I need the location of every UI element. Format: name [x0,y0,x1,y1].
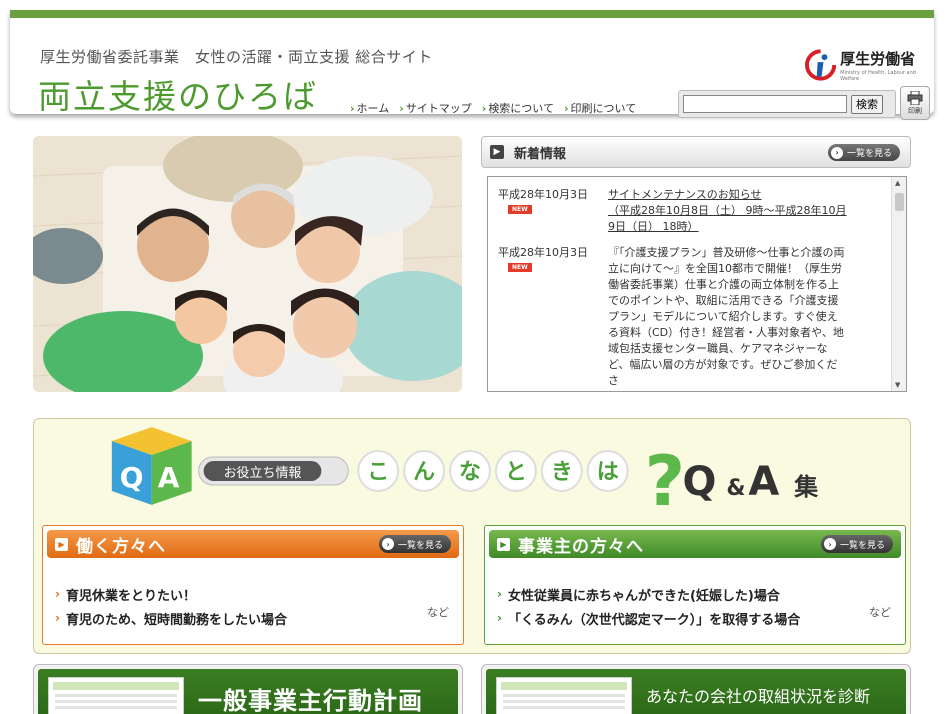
panel-title: 働く方々へ [76,536,166,557]
chevron-right-icon: › [55,587,60,601]
news-list[interactable]: 平成28年10月3日 NEW サイトメンテナンスのお知らせ （平成28年10月8… [487,176,907,392]
arrow-icon: › [350,101,355,115]
svg-text:は: は [597,460,619,485]
ministry-name: 厚生労働省 [840,50,916,68]
svg-text:こ: こ [367,460,389,485]
nav-print-help[interactable]: › 印刷について [564,100,636,116]
banner-title: 一般事業主行動計画 [198,687,423,714]
printer-icon [907,90,923,105]
svg-text:A: A [158,461,180,494]
svg-text:き: き [551,460,573,485]
panel-title: 事業主の方々へ [518,536,644,557]
qa-section: Q A お役立ち情報 こ ん な と き は ? Q & A 集 ▶ 働く方々へ [33,418,911,654]
print-button[interactable]: 印刷 [900,86,930,120]
svg-text:な: な [459,460,481,485]
new-badge: NEW [508,263,532,272]
header-nav: › ホーム › サイトマップ › 検索について › 印刷について [350,100,636,116]
news-text: 『「介護支援プラン」普及研修～仕事と介護の両立に向けて～』を全国10都市で開催！… [608,246,845,387]
action-plan-banner[interactable]: 一般事業主行動計画 [33,664,463,714]
arrow-circle-icon: › [830,146,843,159]
new-badge: NEW [508,205,532,214]
news-scrollbar[interactable]: ▲ ▼ [891,177,906,391]
news-date: 平成28年10月3日 [498,188,588,201]
news-link-detail[interactable]: （平成28年10月8日（土） 9時～平成28年10月9日（日） 18時） [608,204,846,233]
arrow-icon: › [481,101,487,115]
ministry-name-en: Ministry of Health, Labour and Welfare [840,70,916,82]
nav-home[interactable]: › ホーム [350,100,389,116]
employers-panel-header: ▶ 事業主の方々へ › 一覧を見る [489,530,901,558]
workers-panel-header: ▶ 働く方々へ › 一覧を見る [47,530,459,558]
svg-text:と: と [505,460,527,485]
panel-more-text: など [427,606,449,619]
news-section: ▶ 新着情報 › 一覧を見る 平成28年10月3日 NEW サイトメンテナンスの… [481,136,911,394]
arrow-icon: › [399,101,404,115]
news-link[interactable]: サイトメンテナンスのお知らせ [608,188,762,201]
site-subtitle: 厚生労働省委託事業 女性の活躍・両立支援 総合サイト [40,48,433,66]
family-photo-illustration [33,136,462,392]
search-button[interactable]: 検索 [851,94,883,114]
news-title: 新着情報 [514,146,567,162]
site-title[interactable]: 両立支援のひろば [38,70,318,118]
panel-link[interactable]: › 「くるみん（次世代認定マーク）」を取得する場合 [497,606,800,630]
svg-text:ん: ん [413,460,435,485]
svg-text:A: A [748,459,779,505]
ministry-logo[interactable]: 厚生労働省 Ministry of Health, Labour and Wel… [805,48,934,82]
banner-title: あなたの会社の取組状況を診断 [646,687,871,706]
workers-view-all-button[interactable]: › 一覧を見る [378,535,451,553]
svg-text:Q: Q [683,459,717,505]
workers-panel: ▶ 働く方々へ › 一覧を見る › 育児休業をとりたい！ › 育児のため、短時間勤務… [42,525,464,645]
qa-cube-icon: Q A [111,427,192,505]
news-view-all-button[interactable]: › 一覧を見る [827,144,900,161]
svg-text:&: & [726,476,745,501]
news-date: 平成28年10月3日 [498,246,588,259]
scroll-thumb[interactable] [895,193,904,211]
svg-text:お役立ち情報: お役立ち情報 [224,466,302,481]
employers-panel: ▶ 事業主の方々へ › 一覧を見る › 女性従業員に赤ちゃんができた(妊娠した)場… [484,525,906,645]
nav-search-help[interactable]: › 検索について [482,100,554,116]
hero-family-photo [33,136,462,392]
diagnosis-banner[interactable]: あなたの会社の取組状況を診断 [481,664,911,714]
panel-more-text: など [869,606,891,619]
nav-sitemap[interactable]: › サイトマップ [399,100,472,116]
news-header: ▶ 新着情報 › 一覧を見る [481,136,911,168]
svg-text:?: ? [645,441,686,519]
search-input[interactable] [683,95,847,113]
arrow-icon: ▶ [497,537,510,551]
arrow-circle-icon: › [381,538,394,550]
panel-link[interactable]: › 女性従業員に赤ちゃんができた(妊娠した)場合 [497,582,800,606]
site-header: 厚生労働省委託事業 女性の活躍・両立支援 総合サイト 両立支援のひろば › ホーム… [10,10,934,120]
arrow-circle-icon: › [823,538,836,550]
arrow-icon: ▶ [55,537,68,551]
employers-view-all-button[interactable]: › 一覧を見る [820,535,893,553]
scroll-up-icon[interactable]: ▲ [895,179,900,187]
banner-thumbnail [496,677,632,714]
qa-banner[interactable]: Q A お役立ち情報 こ ん な と き は ? Q & A 集 [34,419,910,519]
svg-text:Q: Q [120,461,144,494]
search-box: 検索 [678,90,896,118]
employers-links: › 女性従業員に赤ちゃんができた(妊娠した)場合 › 「くるみん（次世代認定マーク）… [497,582,800,630]
arrow-icon: ▶ [490,145,504,159]
ministry-mark-icon [805,49,837,81]
scroll-down-icon[interactable]: ▼ [895,381,900,389]
workers-links: › 育児休業をとりたい！ › 育児のため、短時間勤務をしたい場合 [55,582,287,630]
panel-link[interactable]: › 育児のため、短時間勤務をしたい場合 [55,606,287,630]
chevron-right-icon: › [55,611,60,625]
arrow-icon: › [563,101,569,115]
svg-text:集: 集 [793,473,818,501]
panel-link[interactable]: › 育児休業をとりたい！ [55,582,287,606]
banner-thumbnail [48,677,184,714]
chevron-right-icon: › [497,587,502,601]
chevron-right-icon: › [497,611,502,625]
